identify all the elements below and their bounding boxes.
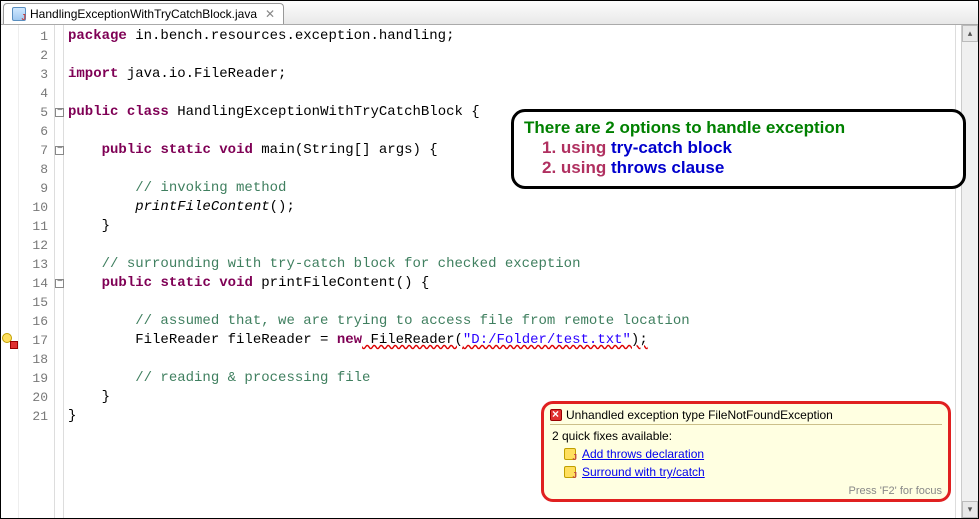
tab-filename: HandlingExceptionWithTryCatchBlock.java [30, 7, 257, 21]
string-literal: "D:/Folder/test.txt" [463, 332, 631, 348]
error-icon [550, 409, 562, 421]
keyword: static [160, 142, 210, 158]
keyword: void [219, 275, 253, 291]
line-number: 3 [19, 65, 54, 84]
tab-bar: HandlingExceptionWithTryCatchBlock.java … [1, 1, 978, 25]
keyword: import [68, 66, 118, 82]
keyword: public [102, 275, 152, 291]
line-number: 21 [19, 407, 54, 426]
error-lightbulb-icon[interactable] [2, 333, 16, 347]
code-text: HandlingExceptionWithTryCatchBlock { [169, 104, 480, 120]
code-text: } [68, 408, 76, 424]
fold-gutter [55, 25, 64, 518]
line-number: 11 [19, 217, 54, 236]
tooltip-title: Unhandled exception type FileNotFoundExc… [550, 408, 942, 425]
line-number: 18 [19, 350, 54, 369]
line-number: 9 [19, 179, 54, 198]
quickfix-link[interactable]: Surround with try/catch [582, 465, 705, 479]
code-text: ); [631, 332, 648, 348]
fold-toggle-icon[interactable] [55, 108, 64, 117]
line-number: 2 [19, 46, 54, 65]
comment: // assumed that, we are trying to access… [135, 313, 690, 329]
line-number: 7 [19, 141, 54, 160]
comment: // surrounding with try-catch block for … [102, 256, 581, 272]
line-number: 12 [19, 236, 54, 255]
tooltip-title-text: Unhandled exception type FileNotFoundExc… [566, 408, 833, 422]
fold-toggle-icon[interactable] [55, 146, 64, 155]
keyword: public [102, 142, 152, 158]
keyword: public [68, 104, 118, 120]
code-text: in.bench.resources.exception.handling; [127, 28, 455, 44]
comment: // reading & processing file [135, 370, 370, 386]
quickfix-icon [564, 448, 576, 460]
quickfix-item[interactable]: Add throws declaration [550, 445, 942, 463]
fold-toggle-icon[interactable] [55, 279, 64, 288]
line-number: 14 [19, 274, 54, 293]
line-number: 19 [19, 369, 54, 388]
java-file-icon [12, 7, 26, 21]
editor-tab[interactable]: HandlingExceptionWithTryCatchBlock.java … [3, 3, 284, 24]
line-number-gutter: 1 2 3 4 5 6 7 8 9 10 11 12 13 14 15 16 1… [19, 25, 55, 518]
comment: // invoking method [135, 180, 286, 196]
code-text: } [68, 389, 110, 405]
line-number: 16 [19, 312, 54, 331]
scroll-track[interactable] [962, 42, 978, 501]
line-number: 13 [19, 255, 54, 274]
callout-option: 2. using throws clause [542, 158, 953, 178]
quickfix-link[interactable]: Add throws declaration [582, 447, 704, 461]
tooltip-footer: Press 'F2' for focus [550, 481, 942, 497]
fixes-heading: 2 quick fixes available: [550, 425, 942, 445]
line-number: 5 [19, 103, 54, 122]
marker-gutter [1, 25, 19, 518]
line-number: 4 [19, 84, 54, 103]
code-text: java.io.FileReader; [118, 66, 286, 82]
line-number: 1 [19, 27, 54, 46]
error-span: FileReader("D:/Folder/test.txt"); [362, 332, 648, 348]
line-number: 6 [19, 122, 54, 141]
code-text: printFileContent() { [253, 275, 429, 291]
vertical-scrollbar[interactable]: ▴ ▾ [961, 25, 978, 518]
quickfix-tooltip: Unhandled exception type FileNotFoundExc… [541, 401, 951, 502]
keyword: void [219, 142, 253, 158]
code-text: (); [270, 199, 295, 215]
quickfix-icon [564, 466, 576, 478]
scroll-down-arrow-icon[interactable]: ▾ [962, 501, 978, 518]
code-text: printFileContent [135, 199, 269, 215]
line-number: 15 [19, 293, 54, 312]
keyword: static [160, 275, 210, 291]
line-number: 8 [19, 160, 54, 179]
keyword: new [337, 332, 362, 348]
code-text: main(String[] args) { [253, 142, 438, 158]
quickfix-item[interactable]: Surround with try/catch [550, 463, 942, 481]
scroll-up-arrow-icon[interactable]: ▴ [962, 25, 978, 42]
code-text: } [68, 218, 110, 234]
callout-option: 1. using try-catch block [542, 138, 953, 158]
overview-ruler[interactable] [955, 25, 961, 518]
annotation-callout: There are 2 options to handle exception … [511, 109, 966, 189]
line-number: 20 [19, 388, 54, 407]
keyword: class [127, 104, 169, 120]
code-text: FileReader fileReader = [68, 332, 337, 348]
callout-heading: There are 2 options to handle exception [524, 118, 953, 138]
code-text: FileReader( [362, 332, 463, 348]
line-number: 17 [19, 331, 54, 350]
line-number: 10 [19, 198, 54, 217]
keyword: package [68, 28, 127, 44]
close-icon[interactable]: ✕ [265, 7, 275, 21]
